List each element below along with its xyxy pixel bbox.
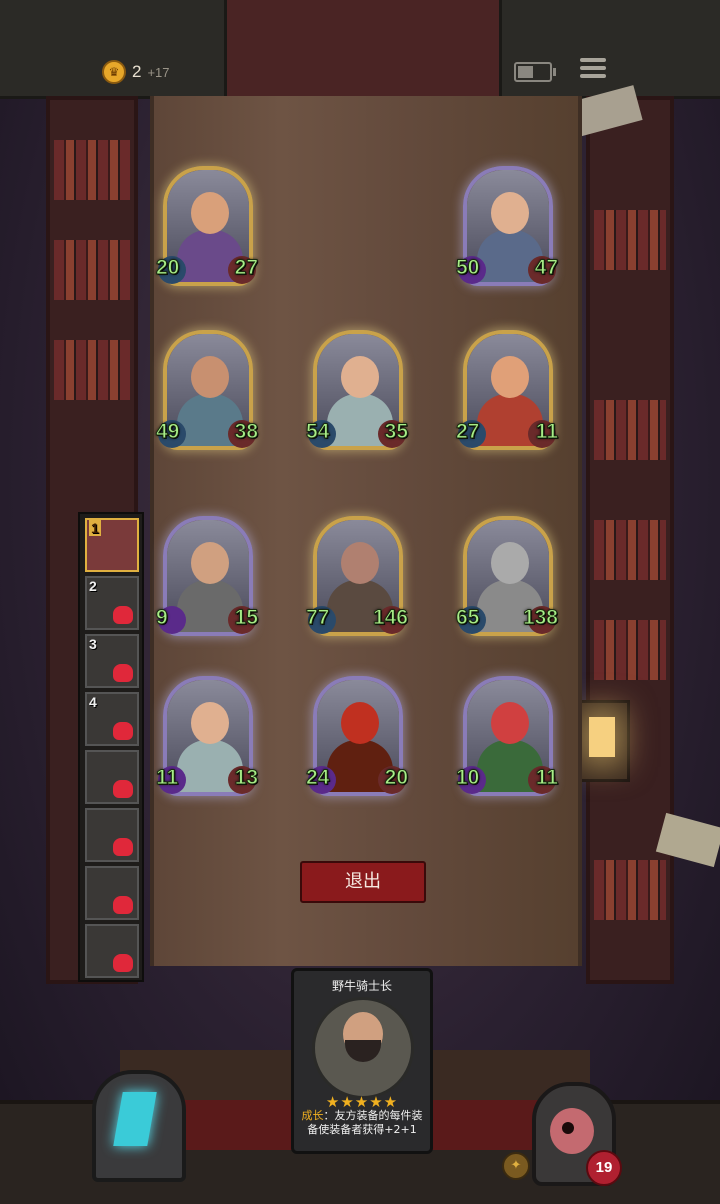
skull-icon (113, 954, 133, 972)
hero-info-card[interactable]: 野牛骑士长 ★★★★★ 成长：友方装备的每件装备使装备者获得+2+1 (291, 968, 433, 1154)
minion-health: 47 (534, 256, 558, 280)
books (54, 140, 130, 200)
skull-icon (113, 838, 133, 856)
opponent-list: 1 2 3 4 (78, 512, 144, 982)
books (594, 400, 666, 460)
minion-health: 20 (384, 766, 408, 790)
minion-card[interactable]: 10 11 (455, 676, 559, 798)
skull-icon (113, 722, 133, 740)
minion-card[interactable]: 9 15 (156, 516, 259, 638)
minion-attack: 10 (455, 766, 480, 790)
slot-number: 1 (89, 520, 101, 536)
lamp-glow (589, 717, 615, 757)
books (54, 240, 130, 300)
gem (113, 1092, 157, 1146)
top-bar: ♛ 2 +17 (0, 0, 720, 99)
minion-health: 146 (372, 606, 408, 630)
minion-face (491, 192, 529, 234)
minion-health: 11 (535, 766, 558, 790)
minion-attack: 77 (305, 606, 330, 630)
slot-number: 4 (89, 694, 97, 710)
books (594, 860, 666, 920)
minion-card[interactable]: 50 47 (455, 166, 559, 288)
description-text: ：友方装备的每件装备使装备者获得+2+1 (307, 1109, 423, 1136)
minion-attack: 9 (156, 606, 169, 630)
books (594, 520, 666, 580)
hero-card-description: 成长：友方装备的每件装备使装备者获得+2+1 (300, 1109, 424, 1137)
minion-face (341, 542, 379, 584)
opponent-slot[interactable] (85, 866, 139, 920)
minion-attack: 20 (155, 256, 180, 280)
minion-attack: 65 (455, 606, 480, 630)
opponent-slot[interactable]: 4 (85, 692, 139, 746)
minion-face (341, 356, 379, 398)
minion-card[interactable]: 65 138 (455, 516, 559, 638)
minion-card[interactable]: 24 20 (305, 676, 409, 798)
books (594, 210, 666, 270)
minion-face (191, 192, 229, 234)
minion-attack: 49 (155, 420, 180, 444)
minion-card[interactable]: 49 38 (155, 330, 259, 452)
opponent-slot[interactable] (85, 808, 139, 862)
minion-face (191, 356, 229, 398)
minion-attack: 27 (455, 420, 480, 444)
player-health: 19 (586, 1150, 622, 1186)
quit-button[interactable]: 退出 (300, 861, 426, 903)
minion-face (191, 702, 229, 744)
minion-face (341, 702, 379, 744)
menu-icon[interactable] (580, 58, 606, 82)
minion-face (491, 702, 529, 744)
crown-coin-icon: ♛ (102, 60, 126, 84)
minion-health: 38 (234, 420, 258, 444)
skull-icon (113, 664, 133, 682)
hero-card-title: 野牛骑士长 (331, 979, 392, 993)
skull-icon (113, 780, 133, 798)
gold-income: +17 (147, 64, 170, 80)
minion-health: 13 (234, 766, 258, 790)
battery-icon (514, 62, 556, 82)
minion-health: 35 (384, 420, 408, 444)
minion-attack: 54 (305, 420, 330, 444)
minion-health: 11 (535, 420, 558, 444)
books (594, 620, 666, 680)
top-notch (224, 0, 502, 96)
minion-health: 138 (522, 606, 558, 630)
opponent-slot[interactable]: 1 (85, 518, 139, 572)
hero-card-portrait (312, 997, 414, 1099)
keyword: 成长 (301, 1109, 324, 1122)
portrait-beard (345, 1040, 381, 1062)
slot-number: 2 (89, 578, 97, 594)
minion-attack: 50 (455, 256, 480, 280)
gold-display: ♛ 2 +17 (102, 60, 170, 84)
eyepatch (562, 1122, 574, 1134)
skull-icon (113, 606, 133, 624)
minion-face (491, 356, 529, 398)
crystal-icon[interactable] (92, 1070, 186, 1182)
minion-attack: 24 (305, 766, 330, 790)
minion-health: 27 (234, 256, 258, 280)
street-lamp (578, 700, 630, 782)
minion-face (491, 542, 529, 584)
minion-card[interactable]: 54 35 (305, 330, 409, 452)
opponent-slot[interactable] (85, 750, 139, 804)
opponent-slot[interactable] (85, 924, 139, 978)
minion-card[interactable]: 20 27 (155, 166, 259, 288)
minion-card[interactable]: 11 13 (155, 676, 259, 798)
skull-icon (113, 896, 133, 914)
minion-attack: 11 (155, 766, 179, 790)
opponent-slot[interactable]: 2 (85, 576, 139, 630)
slot-number: 3 (89, 636, 97, 652)
books (54, 340, 130, 400)
opponent-slot[interactable]: 3 (85, 634, 139, 688)
minion-card[interactable]: 77 146 (305, 516, 409, 638)
minion-card[interactable]: 27 11 (455, 330, 559, 452)
gold-amount: 2 (132, 62, 142, 81)
battery-fill (518, 66, 534, 78)
trophy-icon[interactable]: ✦ (502, 1152, 530, 1180)
minion-face (191, 542, 229, 584)
minion-health: 15 (234, 606, 258, 630)
